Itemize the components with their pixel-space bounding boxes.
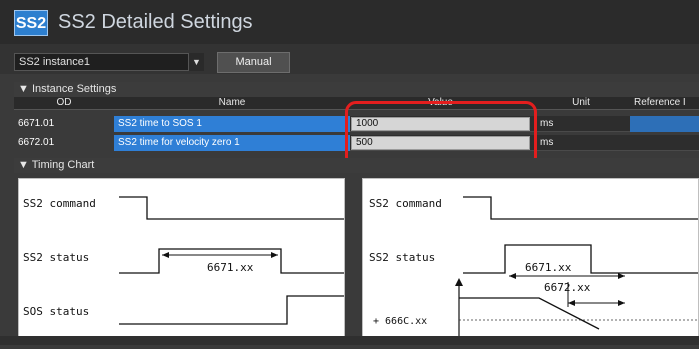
manual-button[interactable]: Manual xyxy=(217,52,290,73)
page-title: SS2 Detailed Settings xyxy=(58,11,253,33)
instance-dropdown[interactable]: SS2 instance1 xyxy=(14,53,204,71)
time-label-6671: 6671.xx xyxy=(207,261,254,274)
ss2-badge-icon: SS2 xyxy=(14,10,48,36)
column-od[interactable]: OD xyxy=(14,97,114,109)
chevron-down-icon[interactable]: ▼ xyxy=(188,53,204,71)
reference-cell xyxy=(630,116,699,132)
timing-chart-left: SS2 command SS2 status 6671.xx SOS statu… xyxy=(18,178,345,345)
time-label-6671: 6671.xx xyxy=(525,261,572,274)
arrow-right-icon xyxy=(618,300,625,306)
unit-cell: ms xyxy=(540,118,554,129)
sos-status-signal xyxy=(119,295,344,325)
od-cell: 6671.01 xyxy=(14,116,114,132)
arrow-left-icon xyxy=(509,273,516,279)
arrow-right-icon xyxy=(271,252,278,258)
ss2-command-label: SS2 command xyxy=(23,197,96,210)
instance-settings-header[interactable]: ▼ Instance Settings xyxy=(14,82,699,97)
ss2-command-label: SS2 command xyxy=(369,197,442,210)
ss2-status-label: SS2 status xyxy=(369,251,435,264)
ss2-command-signal xyxy=(463,196,698,220)
ss2-status-label: SS2 status xyxy=(23,251,89,264)
time-label-6672: 6672.xx xyxy=(544,281,591,294)
help-bar xyxy=(0,336,699,345)
ss2-command-signal xyxy=(119,196,344,220)
arrow-right-icon xyxy=(618,273,625,279)
sos-status-label: SOS status xyxy=(23,305,89,318)
axis-arrow-icon xyxy=(455,278,463,286)
column-name[interactable]: Name xyxy=(114,97,350,109)
unit-cell: ms xyxy=(540,137,554,148)
timing-chart-header[interactable]: ▼ Timing Chart xyxy=(14,158,699,173)
name-cell[interactable]: SS2 time to SOS 1 xyxy=(114,116,350,132)
name-cell[interactable]: SS2 time for velocity zero 1 xyxy=(114,135,350,151)
arrow-left-icon xyxy=(162,252,169,258)
velocity-threshold-label: + 666C.xx xyxy=(373,316,427,327)
arrow-left-icon xyxy=(568,300,575,306)
od-cell: 6672.01 xyxy=(14,135,114,151)
ss2-status-signal xyxy=(463,244,698,274)
column-unit[interactable]: Unit xyxy=(536,97,626,109)
column-reference[interactable]: Reference I xyxy=(630,97,699,109)
timing-chart-right: SS2 command SS2 status 6671.xx 6672.xx +… xyxy=(362,178,699,345)
